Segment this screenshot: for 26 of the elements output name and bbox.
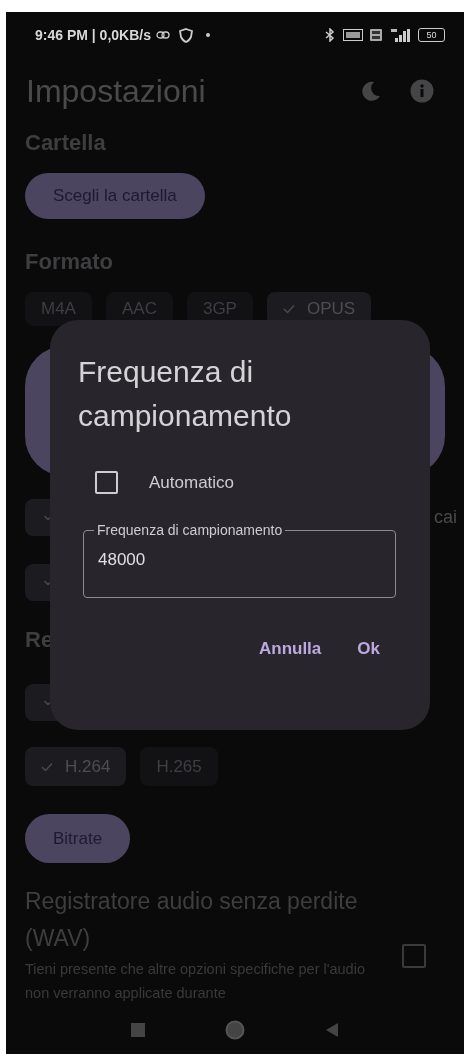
check-icon (44, 700, 50, 705)
ok-button[interactable]: Ok (357, 635, 380, 661)
home-icon[interactable] (225, 1020, 245, 1040)
field-value: 48000 (98, 548, 147, 571)
shield-icon (178, 27, 193, 43)
bluetooth-icon (324, 28, 336, 42)
checkbox[interactable] (402, 944, 426, 968)
dialog-title: Frequenza di campionamento (78, 354, 293, 434)
back-icon[interactable] (325, 1022, 339, 1038)
option-label: cai (434, 506, 457, 529)
moon-icon[interactable] (360, 80, 382, 102)
field-label: Frequenza di campionamento (96, 520, 284, 540)
info-icon[interactable] (410, 79, 434, 103)
vpn-icon (343, 29, 363, 41)
check-icon (44, 580, 50, 585)
page-title: Impostazioni (26, 72, 206, 111)
checkbox-label: Automatico (149, 472, 235, 494)
status-time: 9:46 PM | 0,0KB/s (35, 25, 151, 45)
link-icon (155, 31, 170, 39)
cancel-button[interactable]: Annulla (258, 635, 322, 661)
check-icon (41, 761, 53, 772)
check-icon (44, 515, 50, 520)
signal-icon (389, 28, 411, 42)
battery-icon: 50 (418, 28, 445, 42)
volte-icon (370, 29, 382, 41)
check-icon (282, 304, 295, 314)
